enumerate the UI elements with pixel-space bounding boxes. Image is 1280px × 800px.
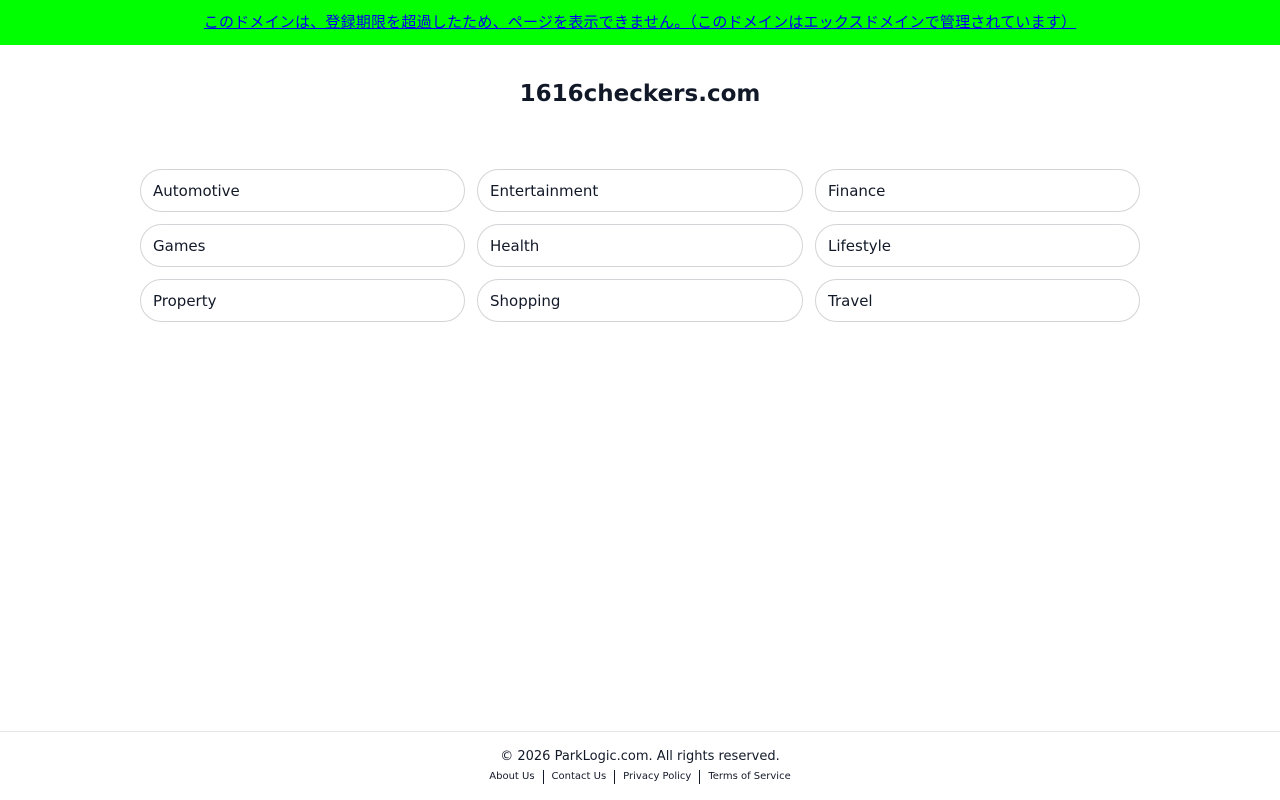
- category-property[interactable]: Property: [140, 279, 465, 322]
- terms-of-service-link[interactable]: Terms of Service: [700, 770, 798, 784]
- about-us-link[interactable]: About Us: [481, 770, 542, 784]
- contact-us-link[interactable]: Contact Us: [544, 770, 615, 784]
- expired-domain-notice-link[interactable]: このドメインは、登録期限を超過したため、ページを表示できません。（このドメインは…: [204, 15, 1076, 30]
- category-finance[interactable]: Finance: [815, 169, 1140, 212]
- category-travel[interactable]: Travel: [815, 279, 1140, 322]
- expired-domain-banner: このドメインは、登録期限を超過したため、ページを表示できません。（このドメインは…: [0, 0, 1280, 45]
- category-automotive[interactable]: Automotive: [140, 169, 465, 212]
- category-lifestyle[interactable]: Lifestyle: [815, 224, 1140, 267]
- privacy-policy-link[interactable]: Privacy Policy: [615, 770, 699, 784]
- site-title: 1616checkers.com: [519, 81, 761, 107]
- copyright-text: © 2026 ParkLogic.com. All rights reserve…: [500, 749, 780, 764]
- footer-links: About Us Contact Us Privacy Policy Terms…: [0, 770, 1280, 784]
- category-grid: Automotive Entertainment Finance Games H…: [140, 169, 1140, 322]
- category-entertainment[interactable]: Entertainment: [477, 169, 803, 212]
- footer: © 2026 ParkLogic.com. All rights reserve…: [0, 731, 1280, 800]
- category-games[interactable]: Games: [140, 224, 465, 267]
- category-health[interactable]: Health: [477, 224, 803, 267]
- category-shopping[interactable]: Shopping: [477, 279, 803, 322]
